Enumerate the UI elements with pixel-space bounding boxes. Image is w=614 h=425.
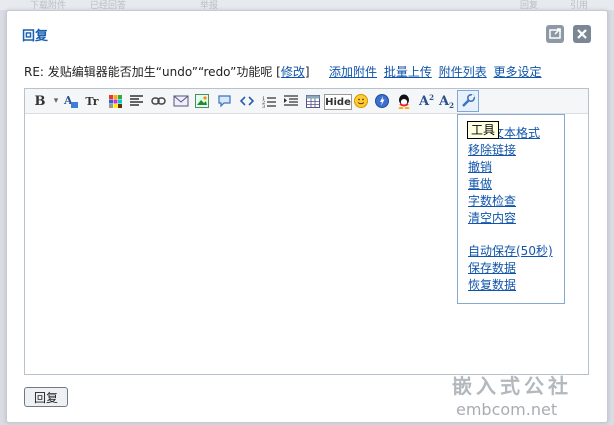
menu-item-restore-data[interactable]: 恢复数据 (468, 276, 516, 293)
subject-text: RE: 发贴编辑器能否加生“undo”“redo”功能呢 (24, 65, 273, 79)
quote-icon[interactable] (217, 93, 232, 109)
qq-icon[interactable] (397, 93, 411, 109)
close-icon (577, 29, 587, 39)
ordered-list-icon[interactable]: 123 (262, 93, 276, 109)
subscript-label: A (439, 93, 450, 109)
attachment-list-link[interactable]: 附件列表 (439, 65, 487, 79)
menu-item-autosave[interactable]: 自动保存(50秒) (468, 242, 553, 259)
more-settings-link[interactable]: 更多设定 (494, 65, 542, 79)
code-icon[interactable] (240, 93, 254, 109)
add-attachment-link[interactable]: 添加附件 (329, 65, 377, 79)
watermark-text: 嵌入式公社 (452, 374, 572, 398)
menu-item-save-data[interactable]: 保存数据 (468, 259, 516, 276)
emoticon-icon[interactable] (354, 93, 368, 109)
menu-item-clear-content[interactable]: 清空内容 (468, 209, 516, 226)
watermark-url: embcom.net (456, 400, 558, 419)
editor-textarea[interactable] (25, 114, 457, 374)
batch-upload-link[interactable]: 批量上传 (384, 65, 432, 79)
editor: B ▾ A Tr 1 2 3 Hide A 2 A 2 清除文本格式 移除链接 … (24, 88, 589, 375)
close-button[interactable] (573, 25, 591, 43)
font-color-icon[interactable]: A (63, 93, 79, 109)
link-icon[interactable] (151, 93, 166, 109)
tools-tooltip: 工具 (467, 121, 500, 139)
popout-icon (549, 28, 561, 39)
editor-toolbar: B ▾ A Tr 1 2 3 Hide A 2 A 2 (25, 89, 588, 114)
menu-item-undo[interactable]: 撤销 (468, 158, 492, 175)
svg-text:3: 3 (262, 104, 265, 108)
color-grid-icon[interactable] (108, 93, 122, 109)
tools-icon[interactable] (457, 90, 479, 112)
subject-line: RE: 发贴编辑器能否加生“undo”“redo”功能呢 [修改] (24, 63, 310, 80)
superscript-label: A (419, 93, 430, 109)
hide-icon[interactable]: Hide (324, 94, 352, 110)
menu-item-redo[interactable]: 重做 (468, 175, 492, 192)
dropdown-icon[interactable]: ▾ (49, 93, 63, 109)
dialog-title: 回复 (22, 29, 49, 44)
popout-button[interactable] (546, 25, 564, 43)
image-icon[interactable] (195, 93, 209, 109)
menu-item-remove-link[interactable]: 移除链接 (468, 141, 516, 158)
attachment-links: 添加附件 批量上传 附件列表 更多设定 (329, 63, 545, 80)
reply-dialog: 回复 RE: 发贴编辑器能否加生“undo”“redo”功能呢 [修改] 添加附… (6, 10, 608, 423)
bold-icon[interactable]: B (33, 93, 47, 109)
subscript-icon[interactable]: A2 (439, 93, 454, 110)
indent-icon[interactable] (284, 93, 298, 109)
reply-button[interactable]: 回复 (24, 387, 68, 407)
table-icon[interactable] (306, 93, 320, 109)
tools-menu: 清除文本格式 移除链接 撤销 重做 字数检查 清空内容 自动保存(50秒) 保存… (457, 114, 565, 304)
email-icon[interactable] (173, 93, 189, 109)
edit-subject-link[interactable]: 修改 (281, 65, 305, 79)
superscript-icon[interactable]: A2 (419, 93, 434, 109)
align-icon[interactable] (129, 93, 143, 109)
menu-item-word-count[interactable]: 字数检查 (468, 192, 516, 209)
bracket-close: ] (304, 65, 310, 79)
font-size-icon[interactable]: Tr (85, 93, 99, 109)
flash-icon[interactable] (375, 93, 389, 109)
background-strip: 下载附件 已经回答 举报 回复 引用 (0, 0, 614, 11)
